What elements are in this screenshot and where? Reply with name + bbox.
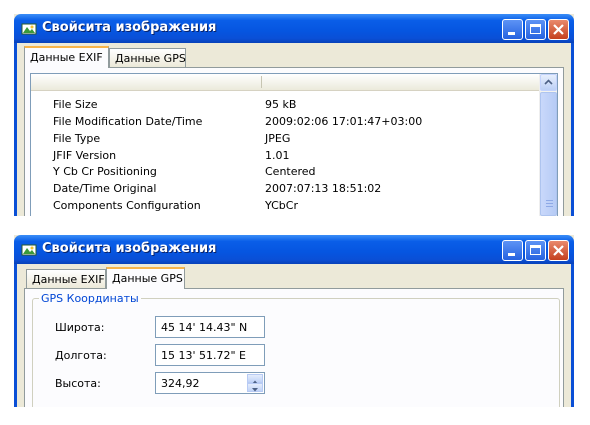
window-title: Свойсита изображения bbox=[42, 241, 217, 256]
altitude-spin-buttons bbox=[247, 374, 263, 392]
close-icon bbox=[553, 245, 564, 256]
close-icon bbox=[553, 24, 564, 35]
maximize-button[interactable] bbox=[525, 19, 546, 40]
latitude-label: Широта: bbox=[55, 321, 105, 334]
exif-value: 1.01 bbox=[265, 149, 290, 162]
scroll-up-button[interactable] bbox=[540, 74, 557, 91]
title-bar[interactable]: Свойсита изображения bbox=[14, 235, 574, 264]
exif-value: JPEG bbox=[265, 132, 291, 145]
image-properties-window-gps: Свойсита изображения Данные EXIF Данные … bbox=[14, 235, 574, 407]
scroll-thumb[interactable] bbox=[540, 92, 557, 216]
gps-coordinates-group: GPS Координаты Широта: 45 14' 14.43" N Д… bbox=[32, 292, 560, 407]
longitude-label: Долгота: bbox=[55, 349, 107, 362]
maximize-button[interactable] bbox=[525, 240, 546, 261]
exif-key: Y Cb Cr Positioning bbox=[53, 165, 157, 178]
altitude-stepper[interactable]: 324,92 bbox=[155, 372, 265, 394]
thumb-grip bbox=[546, 203, 553, 204]
close-button[interactable] bbox=[548, 240, 569, 261]
exif-key: JFIF Version bbox=[53, 149, 117, 162]
exif-value: Centered bbox=[265, 165, 316, 178]
minimize-icon bbox=[508, 32, 515, 35]
exif-key: Components Configuration bbox=[53, 199, 201, 212]
spin-down-icon bbox=[252, 388, 258, 392]
vertical-scrollbar[interactable] bbox=[539, 74, 557, 216]
spin-up-button[interactable] bbox=[247, 374, 263, 384]
longitude-field[interactable]: 15 13' 51.72" E bbox=[155, 344, 265, 366]
minimize-button[interactable] bbox=[502, 19, 523, 40]
latitude-field[interactable]: 45 14' 14.43" N bbox=[155, 316, 265, 338]
exif-value: 95 kB bbox=[265, 98, 297, 111]
maximize-icon bbox=[530, 245, 541, 255]
maximize-icon bbox=[530, 24, 541, 34]
exif-list[interactable]: File Size 95 kB File Modification Date/T… bbox=[30, 73, 558, 216]
exif-key: Date/Time Original bbox=[53, 182, 157, 195]
exif-key: File Modification Date/Time bbox=[53, 115, 203, 128]
tab-gps-data[interactable]: Данные GPS bbox=[109, 48, 186, 67]
column-separator[interactable] bbox=[261, 76, 262, 88]
exif-value: YCbCr bbox=[265, 199, 298, 212]
close-button[interactable] bbox=[548, 19, 569, 40]
list-header bbox=[31, 74, 540, 91]
minimize-button[interactable] bbox=[502, 240, 523, 261]
tab-exif-data[interactable]: Данные EXIF bbox=[24, 46, 109, 68]
thumb-grip bbox=[546, 206, 553, 207]
tab-panel-exif: File Size 95 kB File Modification Date/T… bbox=[24, 67, 564, 216]
app-icon bbox=[21, 244, 37, 256]
exif-key: File Size bbox=[53, 98, 98, 111]
tab-panel-gps: GPS Координаты Широта: 45 14' 14.43" N Д… bbox=[24, 288, 564, 407]
longitude-value: 15 13' 51.72" E bbox=[161, 349, 247, 362]
thumb-grip bbox=[546, 200, 553, 201]
scroll-up-icon bbox=[544, 79, 553, 85]
group-label: GPS Координаты bbox=[39, 292, 141, 305]
image-properties-window-exif: Свойсита изображения Данные EXIF Данные … bbox=[14, 14, 574, 216]
title-bar[interactable]: Свойсита изображения bbox=[14, 14, 574, 43]
tab-exif-data[interactable]: Данные EXIF bbox=[26, 269, 106, 288]
exif-value: 2007:07:13 18:51:02 bbox=[265, 182, 382, 195]
app-icon bbox=[21, 23, 37, 35]
minimize-icon bbox=[508, 253, 515, 256]
altitude-label: Высота: bbox=[55, 377, 101, 390]
latitude-value: 45 14' 14.43" N bbox=[161, 321, 248, 334]
exif-key: File Type bbox=[53, 132, 101, 145]
altitude-value: 324,92 bbox=[161, 377, 200, 390]
tab-gps-data[interactable]: Данные GPS bbox=[106, 267, 185, 289]
spin-down-button[interactable] bbox=[247, 383, 263, 392]
exif-value: 2009:02:06 17:01:47+03:00 bbox=[265, 115, 423, 128]
window-title: Свойсита изображения bbox=[42, 20, 217, 35]
